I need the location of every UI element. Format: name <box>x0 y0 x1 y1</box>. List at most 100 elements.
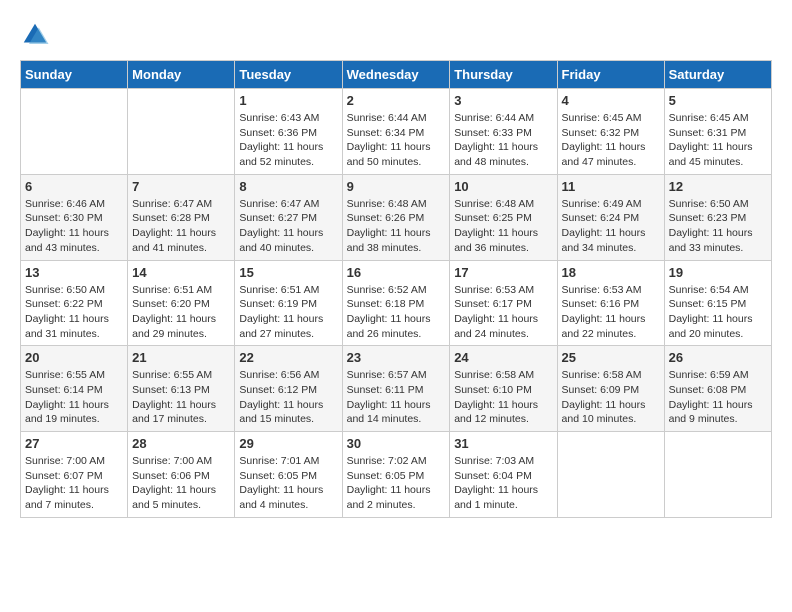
day-info: Sunrise: 6:48 AMSunset: 6:26 PMDaylight:… <box>347 197 446 256</box>
day-cell: 22 Sunrise: 6:56 AMSunset: 6:12 PMDayligh… <box>235 346 342 432</box>
day-cell: 15 Sunrise: 6:51 AMSunset: 6:19 PMDayligh… <box>235 260 342 346</box>
day-number: 13 <box>25 265 123 280</box>
day-number: 10 <box>454 179 552 194</box>
day-cell: 27Sunrise: 7:00 AMSunset: 6:07 PMDayligh… <box>21 432 128 518</box>
day-info: Sunrise: 6:59 AMSunset: 6:08 PMDaylight:… <box>669 368 767 427</box>
day-number: 29 <box>239 436 337 451</box>
day-info: Sunrise: 6:49 AMSunset: 6:24 PMDaylight:… <box>562 197 660 256</box>
day-cell: 11 Sunrise: 6:49 AMSunset: 6:24 PMDayligh… <box>557 174 664 260</box>
day-number: 12 <box>669 179 767 194</box>
day-info: Sunrise: 6:45 AMSunset: 6:31 PMDaylight:… <box>669 111 767 170</box>
day-number: 11 <box>562 179 660 194</box>
col-header-wednesday: Wednesday <box>342 61 450 89</box>
day-info: Sunrise: 6:46 AMSunset: 6:30 PMDaylight:… <box>25 197 123 256</box>
day-info: Sunrise: 7:01 AMSunset: 6:05 PMDaylight:… <box>239 454 337 513</box>
day-number: 17 <box>454 265 552 280</box>
day-cell: 25 Sunrise: 6:58 AMSunset: 6:09 PMDayligh… <box>557 346 664 432</box>
day-info: Sunrise: 6:54 AMSunset: 6:15 PMDaylight:… <box>669 283 767 342</box>
day-cell: 12 Sunrise: 6:50 AMSunset: 6:23 PMDayligh… <box>664 174 771 260</box>
day-info: Sunrise: 6:51 AMSunset: 6:19 PMDaylight:… <box>239 283 337 342</box>
days-header-row: SundayMondayTuesdayWednesdayThursdayFrid… <box>21 61 772 89</box>
week-row-4: 20Sunrise: 6:55 AMSunset: 6:14 PMDayligh… <box>21 346 772 432</box>
day-cell: 23 Sunrise: 6:57 AMSunset: 6:11 PMDayligh… <box>342 346 450 432</box>
day-info: Sunrise: 6:48 AMSunset: 6:25 PMDaylight:… <box>454 197 552 256</box>
day-cell: 7 Sunrise: 6:47 AMSunset: 6:28 PMDaylight… <box>128 174 235 260</box>
day-number: 4 <box>562 93 660 108</box>
week-row-3: 13 Sunrise: 6:50 AMSunset: 6:22 PMDayligh… <box>21 260 772 346</box>
day-number: 7 <box>132 179 230 194</box>
day-number: 15 <box>239 265 337 280</box>
day-info: Sunrise: 6:58 AMSunset: 6:10 PMDaylight:… <box>454 368 552 427</box>
day-cell: 28 Sunrise: 7:00 AMSunset: 6:06 PMDayligh… <box>128 432 235 518</box>
day-info: Sunrise: 6:58 AMSunset: 6:09 PMDaylight:… <box>562 368 660 427</box>
day-cell: 4 Sunrise: 6:45 AMSunset: 6:32 PMDaylight… <box>557 89 664 175</box>
day-cell: 16 Sunrise: 6:52 AMSunset: 6:18 PMDayligh… <box>342 260 450 346</box>
page-header <box>20 20 772 50</box>
day-number: 18 <box>562 265 660 280</box>
day-info: Sunrise: 6:53 AMSunset: 6:16 PMDaylight:… <box>562 283 660 342</box>
day-info: Sunrise: 6:52 AMSunset: 6:18 PMDaylight:… <box>347 283 446 342</box>
day-cell: 26 Sunrise: 6:59 AMSunset: 6:08 PMDayligh… <box>664 346 771 432</box>
day-info: Sunrise: 6:50 AMSunset: 6:23 PMDaylight:… <box>669 197 767 256</box>
day-info: Sunrise: 6:55 AMSunset: 6:14 PMDaylight:… <box>25 368 123 427</box>
day-number: 30 <box>347 436 446 451</box>
day-number: 28 <box>132 436 230 451</box>
day-info: Sunrise: 6:43 AMSunset: 6:36 PMDaylight:… <box>239 111 337 170</box>
calendar-table: SundayMondayTuesdayWednesdayThursdayFrid… <box>20 60 772 518</box>
day-number: 22 <box>239 350 337 365</box>
col-header-thursday: Thursday <box>450 61 557 89</box>
day-number: 1 <box>239 93 337 108</box>
day-number: 8 <box>239 179 337 194</box>
day-number: 21 <box>132 350 230 365</box>
day-cell: 2 Sunrise: 6:44 AMSunset: 6:34 PMDaylight… <box>342 89 450 175</box>
day-number: 23 <box>347 350 446 365</box>
col-header-tuesday: Tuesday <box>235 61 342 89</box>
day-number: 6 <box>25 179 123 194</box>
day-cell: 21 Sunrise: 6:55 AMSunset: 6:13 PMDayligh… <box>128 346 235 432</box>
week-row-1: 1 Sunrise: 6:43 AMSunset: 6:36 PMDaylight… <box>21 89 772 175</box>
day-info: Sunrise: 6:50 AMSunset: 6:22 PMDaylight:… <box>25 283 123 342</box>
week-row-2: 6 Sunrise: 6:46 AMSunset: 6:30 PMDaylight… <box>21 174 772 260</box>
day-info: Sunrise: 6:56 AMSunset: 6:12 PMDaylight:… <box>239 368 337 427</box>
day-cell: 29 Sunrise: 7:01 AMSunset: 6:05 PMDayligh… <box>235 432 342 518</box>
day-cell: 9Sunrise: 6:48 AMSunset: 6:26 PMDaylight… <box>342 174 450 260</box>
day-info: Sunrise: 6:45 AMSunset: 6:32 PMDaylight:… <box>562 111 660 170</box>
day-info: Sunrise: 7:03 AMSunset: 6:04 PMDaylight:… <box>454 454 552 513</box>
day-cell: 30 Sunrise: 7:02 AMSunset: 6:05 PMDayligh… <box>342 432 450 518</box>
day-cell: 13 Sunrise: 6:50 AMSunset: 6:22 PMDayligh… <box>21 260 128 346</box>
day-number: 3 <box>454 93 552 108</box>
day-cell: 1 Sunrise: 6:43 AMSunset: 6:36 PMDaylight… <box>235 89 342 175</box>
day-cell: 5Sunrise: 6:45 AMSunset: 6:31 PMDaylight… <box>664 89 771 175</box>
day-info: Sunrise: 6:47 AMSunset: 6:27 PMDaylight:… <box>239 197 337 256</box>
day-cell <box>128 89 235 175</box>
col-header-friday: Friday <box>557 61 664 89</box>
day-number: 24 <box>454 350 552 365</box>
day-info: Sunrise: 7:00 AMSunset: 6:07 PMDaylight:… <box>25 454 123 513</box>
week-row-5: 27Sunrise: 7:00 AMSunset: 6:07 PMDayligh… <box>21 432 772 518</box>
day-info: Sunrise: 6:55 AMSunset: 6:13 PMDaylight:… <box>132 368 230 427</box>
day-cell: 14Sunrise: 6:51 AMSunset: 6:20 PMDayligh… <box>128 260 235 346</box>
day-info: Sunrise: 6:57 AMSunset: 6:11 PMDaylight:… <box>347 368 446 427</box>
day-cell: 18 Sunrise: 6:53 AMSunset: 6:16 PMDayligh… <box>557 260 664 346</box>
logo <box>20 20 54 50</box>
day-info: Sunrise: 6:47 AMSunset: 6:28 PMDaylight:… <box>132 197 230 256</box>
day-cell <box>557 432 664 518</box>
day-number: 31 <box>454 436 552 451</box>
day-cell: 17 Sunrise: 6:53 AMSunset: 6:17 PMDayligh… <box>450 260 557 346</box>
day-info: Sunrise: 7:00 AMSunset: 6:06 PMDaylight:… <box>132 454 230 513</box>
day-number: 25 <box>562 350 660 365</box>
day-info: Sunrise: 6:53 AMSunset: 6:17 PMDaylight:… <box>454 283 552 342</box>
col-header-monday: Monday <box>128 61 235 89</box>
day-number: 16 <box>347 265 446 280</box>
logo-icon <box>20 20 50 50</box>
day-cell: 6 Sunrise: 6:46 AMSunset: 6:30 PMDaylight… <box>21 174 128 260</box>
day-info: Sunrise: 7:02 AMSunset: 6:05 PMDaylight:… <box>347 454 446 513</box>
day-info: Sunrise: 6:44 AMSunset: 6:33 PMDaylight:… <box>454 111 552 170</box>
day-number: 26 <box>669 350 767 365</box>
col-header-saturday: Saturday <box>664 61 771 89</box>
day-number: 2 <box>347 93 446 108</box>
day-cell <box>21 89 128 175</box>
day-info: Sunrise: 6:44 AMSunset: 6:34 PMDaylight:… <box>347 111 446 170</box>
day-cell: 24 Sunrise: 6:58 AMSunset: 6:10 PMDayligh… <box>450 346 557 432</box>
day-cell: 10 Sunrise: 6:48 AMSunset: 6:25 PMDayligh… <box>450 174 557 260</box>
